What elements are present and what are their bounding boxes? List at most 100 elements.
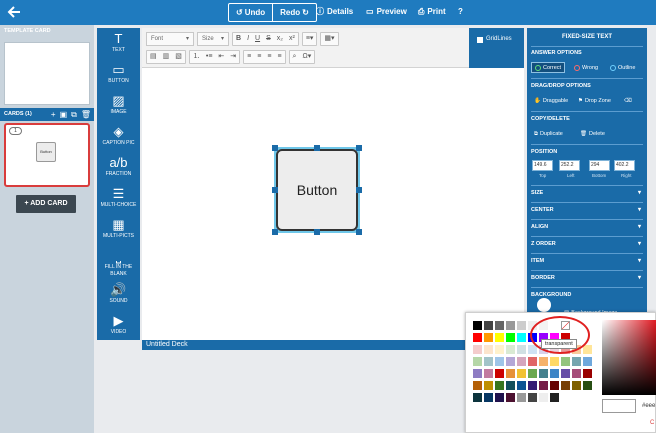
color-swatch[interactable]: [495, 333, 504, 342]
color-swatch[interactable]: [528, 369, 537, 378]
tool-sound[interactable]: 🔊 SOUND: [97, 281, 140, 312]
details-button[interactable]: ⓘ Details: [316, 4, 353, 20]
color-swatch[interactable]: [473, 345, 482, 354]
position-top-input[interactable]: 149.6: [532, 160, 553, 171]
color-swatch[interactable]: [517, 357, 526, 366]
outline-option[interactable]: Outline: [607, 62, 638, 73]
color-swatch[interactable]: [473, 321, 482, 330]
color-swatch[interactable]: [506, 393, 515, 402]
redo-button[interactable]: Redo ↻: [273, 4, 316, 21]
color-swatch[interactable]: [572, 369, 581, 378]
color-swatch[interactable]: [539, 393, 548, 402]
correct-option[interactable]: Correct: [531, 62, 566, 73]
color-swatch[interactable]: [473, 393, 482, 402]
resize-handle-ne[interactable]: [356, 145, 362, 151]
color-swatch[interactable]: [572, 381, 581, 390]
background-color-swatch[interactable]: [537, 298, 551, 312]
wrong-option[interactable]: Wrong: [571, 62, 601, 73]
color-swatch[interactable]: [539, 357, 548, 366]
add-card-button[interactable]: + ADD CARD: [16, 195, 76, 213]
color-swatch[interactable]: [484, 357, 493, 366]
color-swatch[interactable]: [561, 381, 570, 390]
tool-video[interactable]: ▶ VIDEO: [97, 312, 140, 343]
color-swatch[interactable]: [484, 333, 493, 342]
hex-color-value[interactable]: #eee: [642, 403, 655, 409]
color-swatch[interactable]: [473, 381, 482, 390]
delete-button[interactable]: 🗑 Delete: [577, 128, 608, 139]
undo-button[interactable]: ↺ Undo: [229, 4, 272, 21]
align-right-icon[interactable]: ≡: [264, 51, 274, 63]
tool-fraction[interactable]: a/b FRACTION: [97, 154, 140, 185]
resize-handle-s[interactable]: [314, 229, 320, 235]
position-left-input[interactable]: 252.2: [559, 160, 580, 171]
tool-multi-picts[interactable]: ▦ MULTI-PICTS: [97, 216, 140, 247]
tool-caption-pic[interactable]: ◈ CAPTION PIC: [97, 123, 140, 154]
color-swatch[interactable]: [495, 357, 504, 366]
duplicate-button[interactable]: ⧉ Duplicate: [531, 128, 566, 139]
color-swatch[interactable]: [539, 369, 548, 378]
color-swatch[interactable]: [484, 393, 493, 402]
numbered-list-icon[interactable]: ⒈: [190, 51, 203, 63]
z-order-section[interactable]: Z ORDER ▾: [531, 236, 643, 252]
superscript-icon[interactable]: x²: [286, 33, 298, 45]
resize-handle-n[interactable]: [314, 145, 320, 151]
strikethrough-icon[interactable]: S: [263, 33, 274, 45]
canvas-button-element[interactable]: Button: [276, 149, 358, 231]
color-swatch[interactable]: [495, 393, 504, 402]
color-swatch[interactable]: [495, 321, 504, 330]
subscript-icon[interactable]: x₂: [274, 33, 286, 45]
color-swatch[interactable]: [550, 393, 559, 402]
gridlines-toggle[interactable]: GridLines: [469, 28, 524, 68]
align-left-icon[interactable]: ≡: [244, 51, 254, 63]
add-icon[interactable]: +: [51, 110, 56, 119]
copy-icon[interactable]: ⧉: [71, 110, 77, 119]
color-swatch[interactable]: [506, 321, 515, 330]
color-swatch[interactable]: [583, 345, 592, 354]
color-swatch[interactable]: [495, 381, 504, 390]
color-swatch[interactable]: [517, 369, 526, 378]
tool-multi-choice[interactable]: ☰ MULTI-CHOICE: [97, 185, 140, 216]
color-swatch[interactable]: [528, 393, 537, 402]
bold-icon[interactable]: B: [233, 33, 244, 45]
preview-button[interactable]: ▭ Preview: [366, 4, 407, 20]
resize-handle-w[interactable]: [272, 187, 278, 193]
color-swatch[interactable]: [583, 357, 592, 366]
color-swatch[interactable]: [517, 333, 526, 342]
cancel-link[interactable]: C: [650, 420, 654, 426]
color-swatch[interactable]: [473, 357, 482, 366]
size-select[interactable]: Size ▾: [197, 32, 229, 46]
indent-icon[interactable]: ⇥: [227, 51, 239, 63]
color-swatch[interactable]: [517, 321, 526, 330]
color-swatch[interactable]: [484, 369, 493, 378]
color-swatch[interactable]: [506, 333, 515, 342]
color-swatch[interactable]: [550, 357, 559, 366]
color-swatch[interactable]: [583, 369, 592, 378]
color-swatch[interactable]: [484, 345, 493, 354]
color-swatch[interactable]: [506, 345, 515, 354]
help-button[interactable]: ?: [458, 4, 463, 20]
item-section[interactable]: ITEM ▾: [531, 253, 643, 269]
tool-button[interactable]: ▭ BUTTON: [97, 61, 140, 92]
italic-icon[interactable]: I: [244, 33, 252, 45]
center-section[interactable]: CENTER ▾: [531, 202, 643, 218]
color-swatch[interactable]: [583, 381, 592, 390]
align-justify-icon[interactable]: ≡: [274, 51, 284, 63]
outdent-icon[interactable]: ⇤: [215, 51, 227, 63]
color-swatch[interactable]: [528, 357, 537, 366]
color-swatch[interactable]: [495, 369, 504, 378]
color-swatch[interactable]: [561, 357, 570, 366]
color-swatch[interactable]: [539, 381, 548, 390]
paste-icon[interactable]: ▤: [147, 51, 160, 63]
back-arrow-icon[interactable]: [6, 4, 22, 20]
align-section[interactable]: ALIGN ▾: [531, 219, 643, 235]
align-center-icon[interactable]: ≡: [254, 51, 264, 63]
paste-text-icon[interactable]: ▥: [160, 51, 173, 63]
line-height-icon[interactable]: ≡▾: [303, 33, 317, 45]
paste-word-icon[interactable]: ▧: [172, 51, 185, 63]
color-swatch[interactable]: [473, 369, 482, 378]
card-thumbnail[interactable]: 1 Button: [4, 123, 90, 187]
color-swatch[interactable]: [484, 321, 493, 330]
color-swatch[interactable]: [506, 369, 515, 378]
color-swatch[interactable]: [528, 381, 537, 390]
card-canvas[interactable]: Button: [142, 68, 524, 340]
